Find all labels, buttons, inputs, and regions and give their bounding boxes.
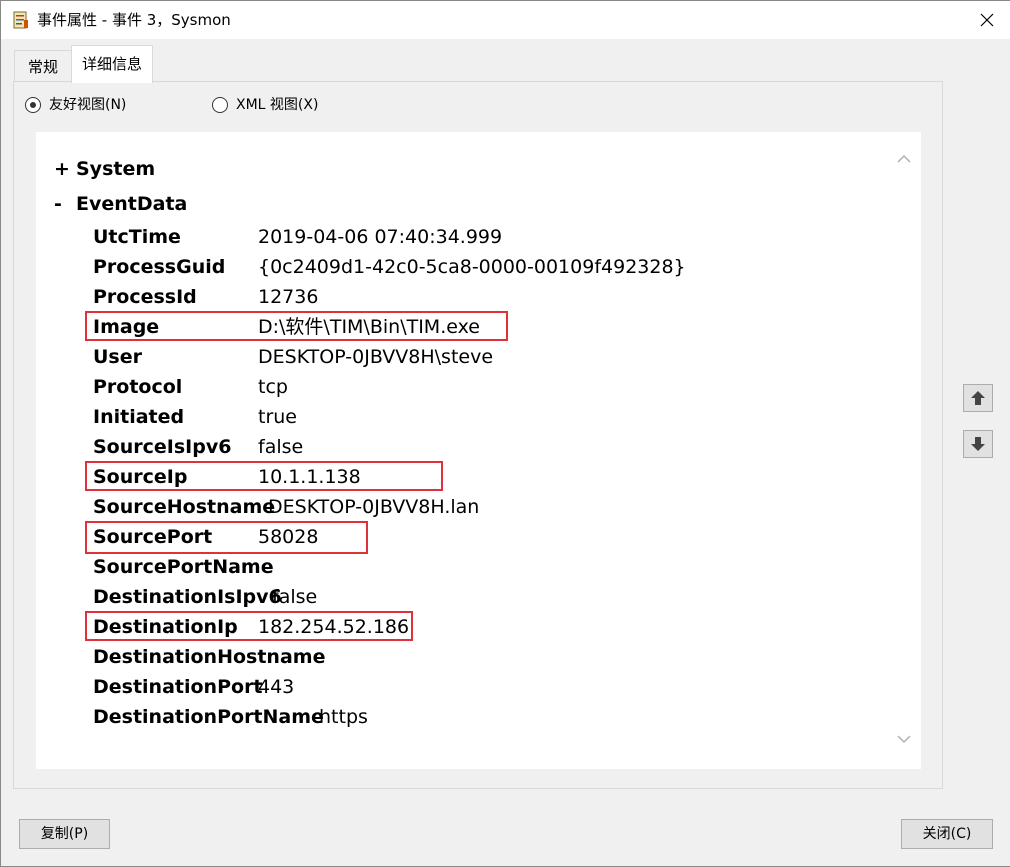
radio-circle	[212, 97, 228, 113]
tab-details-label: 详细信息	[81, 55, 142, 73]
field-value: tcp	[258, 376, 288, 398]
field-key: UtcTime	[93, 226, 181, 248]
field-value: https	[319, 706, 368, 728]
close-window-button[interactable]	[964, 1, 1010, 39]
arrow-down-icon	[971, 437, 985, 451]
close-icon	[980, 13, 994, 27]
field-key: ProcessId	[93, 286, 197, 308]
field-row: SourceIp 10.1.1.138	[36, 462, 736, 492]
field-value: 2019-04-06 07:40:34.999	[258, 226, 503, 248]
field-row: Protocol tcp	[36, 372, 736, 402]
previous-event-button[interactable]	[963, 384, 993, 412]
field-row: DestinationIsIpv6 false	[36, 582, 736, 612]
field-row: SourceHostname DESKTOP-0JBVV8H.lan	[36, 492, 736, 522]
field-row: DestinationPort 443	[36, 672, 736, 702]
field-key: Protocol	[93, 376, 183, 398]
collapse-sign: -	[54, 193, 62, 215]
field-row: SourcePortName	[36, 552, 736, 582]
field-value: 182.254.52.186	[258, 616, 410, 638]
field-value: 58028	[258, 526, 319, 548]
field-value: 12736	[258, 286, 319, 308]
field-key: DestinationPort	[93, 676, 263, 698]
field-key: DestinationPortName	[93, 706, 324, 728]
field-key: ProcessGuid	[93, 256, 226, 278]
tree-node-name: System	[76, 158, 156, 180]
field-key: User	[93, 346, 142, 368]
field-value: false	[258, 436, 304, 458]
field-key: Initiated	[93, 406, 185, 428]
field-key: DestinationIp	[93, 616, 238, 638]
window-title: 事件属性 - 事件 3，Sysmon	[37, 11, 231, 29]
field-key: DestinationHostname	[93, 646, 326, 668]
tab-details[interactable]: 详细信息	[71, 45, 153, 83]
scroll-up-icon[interactable]	[895, 152, 913, 166]
field-row: SourceIsIpv6 false	[36, 432, 736, 462]
field-key: SourcePortName	[93, 556, 274, 578]
field-row: UtcTime 2019-04-06 07:40:34.999	[36, 222, 736, 252]
field-key: Image	[93, 316, 160, 338]
field-value: false	[272, 586, 318, 608]
field-key: DestinationIsIpv6	[93, 586, 282, 608]
field-row: DestinationPortName https	[36, 702, 736, 732]
scroll-down-icon[interactable]	[895, 732, 913, 746]
field-row: Initiated true	[36, 402, 736, 432]
field-value: D:\软件\TIM\Bin\TIM.exe	[258, 316, 480, 338]
field-key: SourceHostname	[93, 496, 276, 518]
xml-view-radio[interactable]: XML 视图(X)	[212, 96, 352, 114]
close-button[interactable]: 关闭(C)	[901, 819, 993, 849]
field-row: DestinationHostname	[36, 642, 736, 672]
field-row: DestinationIp 182.254.52.186	[36, 612, 736, 642]
field-row: ProcessGuid {0c2409d1-42c0-5ca8-0000-001…	[36, 252, 736, 282]
friendly-view-radio[interactable]: 友好视图(N)	[25, 96, 165, 114]
field-value: 443	[258, 676, 295, 698]
arrow-up-icon	[971, 391, 985, 405]
next-event-button[interactable]	[963, 430, 993, 458]
event-log-icon	[13, 11, 29, 29]
field-value: DESKTOP-0JBVV8H.lan	[268, 496, 480, 518]
field-key: SourceIsIpv6	[93, 436, 232, 458]
title-bar: 事件属性 - 事件 3，Sysmon	[1, 1, 1010, 39]
tree-node-name: EventData	[76, 193, 188, 215]
field-key: SourcePort	[93, 526, 213, 548]
radio-selected-dot	[30, 102, 36, 108]
radio-circle	[25, 97, 41, 113]
copy-button[interactable]: 复制(P)	[19, 819, 110, 849]
tab-general-label: 常规	[27, 58, 58, 76]
field-row: SourcePort 58028	[36, 522, 736, 552]
field-row: Image D:\软件\TIM\Bin\TIM.exe	[36, 312, 736, 342]
event-data-view[interactable]: + System - EventData UtcTime 2019-04-06 …	[36, 132, 921, 769]
field-value: {0c2409d1-42c0-5ca8-0000-00109f492328}	[258, 256, 686, 278]
tab-general[interactable]: 常规	[14, 50, 72, 81]
expand-sign: +	[54, 158, 70, 180]
field-value: true	[258, 406, 297, 428]
event-properties-window: 事件属性 - 事件 3，Sysmon 常规 详细信息 友好视图(N) XML 视…	[0, 0, 1010, 867]
tree-node-system[interactable]: + System	[54, 154, 254, 184]
field-value: DESKTOP-0JBVV8H\steve	[258, 346, 494, 368]
details-panel: 友好视图(N) XML 视图(X) + System - EventData U…	[13, 81, 943, 789]
tree-node-eventdata[interactable]: - EventData	[54, 189, 254, 219]
field-row: ProcessId 12736	[36, 282, 736, 312]
field-key: SourceIp	[93, 466, 188, 488]
xml-view-label: XML 视图(X)	[236, 97, 319, 113]
field-value: 10.1.1.138	[258, 466, 361, 488]
friendly-view-label: 友好视图(N)	[49, 97, 127, 113]
field-row: User DESKTOP-0JBVV8H\steve	[36, 342, 736, 372]
